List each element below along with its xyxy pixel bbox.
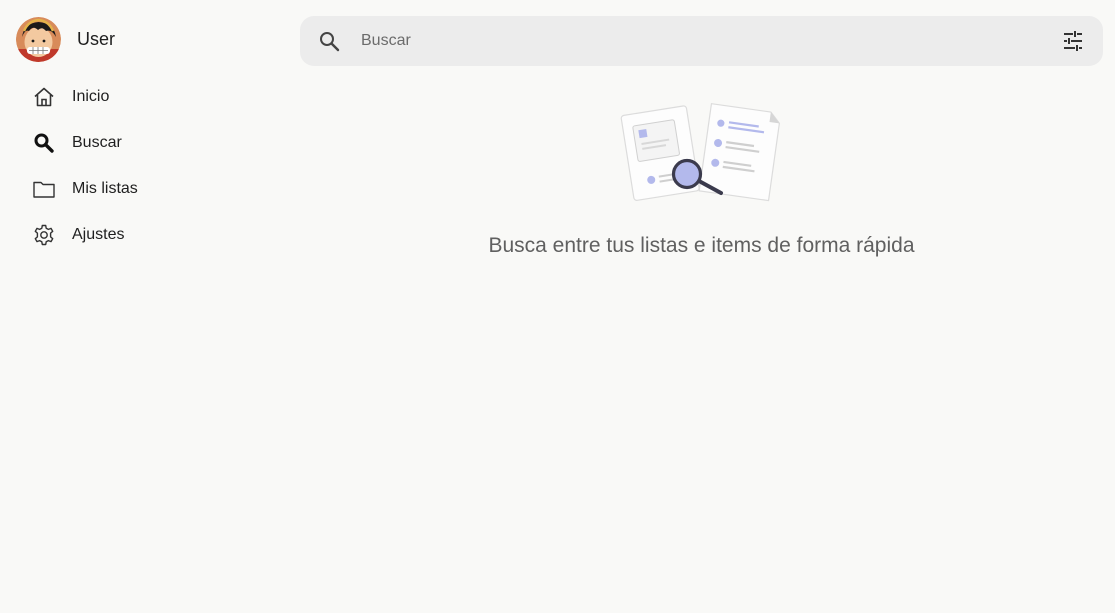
documents-search-illustration <box>620 103 781 202</box>
sidebar-item-label: Inicio <box>72 88 110 105</box>
empty-state: Busca entre tus listas e items de forma … <box>300 100 1103 258</box>
sidebar-nav: Inicio Buscar Mis listas Ajustes <box>0 74 290 258</box>
search-icon <box>320 32 340 52</box>
sidebar-item-mis-listas[interactable]: Mis listas <box>0 166 290 212</box>
sidebar-item-ajustes[interactable]: Ajustes <box>0 212 290 258</box>
search-input[interactable] <box>359 31 1053 51</box>
username: User <box>77 28 116 49</box>
sidebar-item-inicio[interactable]: Inicio <box>0 74 290 120</box>
folder-icon <box>32 177 56 201</box>
sidebar: User Inicio Buscar Mis listas Ajustes <box>0 0 290 613</box>
sidebar-item-label: Mis listas <box>72 180 138 197</box>
empty-state-message: Busca entre tus listas e items de forma … <box>488 234 915 257</box>
search-bar <box>300 16 1103 66</box>
sidebar-item-label: Ajustes <box>72 226 125 243</box>
gear-icon <box>32 223 56 247</box>
filter-button[interactable] <box>1053 21 1093 61</box>
sidebar-item-label: Buscar <box>72 134 122 151</box>
home-icon <box>32 85 56 109</box>
sidebar-item-buscar[interactable]: Buscar <box>0 120 290 166</box>
user-profile[interactable]: User <box>16 16 115 62</box>
tune-icon <box>1064 31 1082 51</box>
search-icon <box>32 131 56 155</box>
avatar[interactable] <box>16 16 61 62</box>
